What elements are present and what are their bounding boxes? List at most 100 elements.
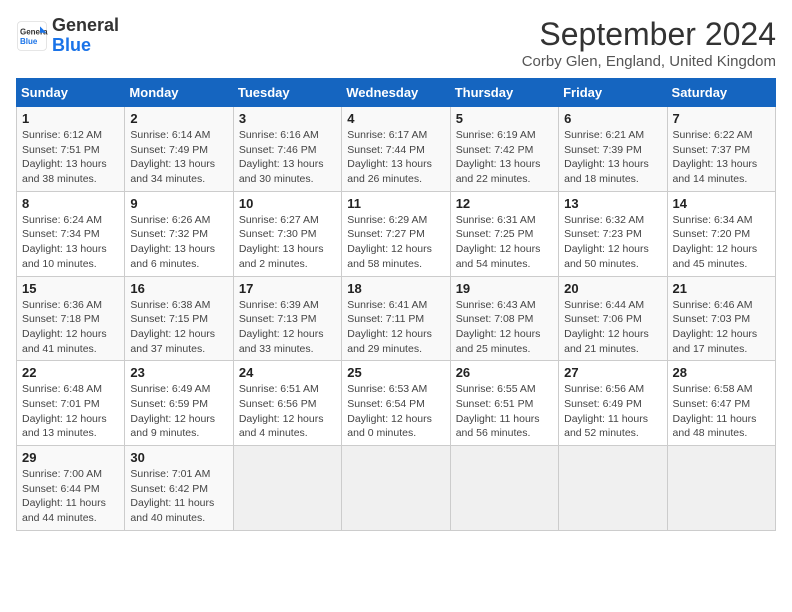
calendar-cell: 24 Sunrise: 6:51 AM Sunset: 6:56 PM Dayli… — [233, 361, 341, 446]
day-info: Sunrise: 6:51 AM Sunset: 6:56 PM Dayligh… — [239, 382, 336, 441]
day-info: Sunrise: 6:46 AM Sunset: 7:03 PM Dayligh… — [673, 298, 770, 357]
calendar-cell: 27 Sunrise: 6:56 AM Sunset: 6:49 PM Dayli… — [559, 361, 667, 446]
day-number: 18 — [347, 281, 444, 296]
day-number: 23 — [130, 365, 227, 380]
calendar-cell: 4 Sunrise: 6:17 AM Sunset: 7:44 PM Daylig… — [342, 107, 450, 192]
day-info: Sunrise: 6:44 AM Sunset: 7:06 PM Dayligh… — [564, 298, 661, 357]
calendar-cell: 29Sunrise: 7:00 AM Sunset: 6:44 PM Dayli… — [17, 446, 125, 531]
day-number: 21 — [673, 281, 770, 296]
day-number: 12 — [456, 196, 553, 211]
day-number: 16 — [130, 281, 227, 296]
day-info: Sunrise: 6:21 AM Sunset: 7:39 PM Dayligh… — [564, 128, 661, 187]
calendar-cell: 22Sunrise: 6:48 AM Sunset: 7:01 PM Dayli… — [17, 361, 125, 446]
calendar-cell: 7 Sunrise: 6:22 AM Sunset: 7:37 PM Daylig… — [667, 107, 775, 192]
calendar-cell — [233, 446, 341, 531]
day-info: Sunrise: 6:41 AM Sunset: 7:11 PM Dayligh… — [347, 298, 444, 357]
day-info: Sunrise: 6:19 AM Sunset: 7:42 PM Dayligh… — [456, 128, 553, 187]
calendar-cell: 23 Sunrise: 6:49 AM Sunset: 6:59 PM Dayli… — [125, 361, 233, 446]
day-info: Sunrise: 6:56 AM Sunset: 6:49 PM Dayligh… — [564, 382, 661, 441]
calendar-cell: 2 Sunrise: 6:14 AM Sunset: 7:49 PM Daylig… — [125, 107, 233, 192]
day-info: Sunrise: 6:29 AM Sunset: 7:27 PM Dayligh… — [347, 213, 444, 272]
calendar-week-row: 8Sunrise: 6:24 AM Sunset: 7:34 PM Daylig… — [17, 191, 776, 276]
weekday-header-sunday: Sunday — [17, 79, 125, 107]
calendar-cell — [342, 446, 450, 531]
day-info: Sunrise: 6:36 AM Sunset: 7:18 PM Dayligh… — [22, 298, 119, 357]
day-info: Sunrise: 6:49 AM Sunset: 6:59 PM Dayligh… — [130, 382, 227, 441]
calendar-cell: 17 Sunrise: 6:39 AM Sunset: 7:13 PM Dayli… — [233, 276, 341, 361]
calendar-cell: 20 Sunrise: 6:44 AM Sunset: 7:06 PM Dayli… — [559, 276, 667, 361]
calendar-cell: 25Sunrise: 6:53 AM Sunset: 6:54 PM Dayli… — [342, 361, 450, 446]
calendar-week-row: 22Sunrise: 6:48 AM Sunset: 7:01 PM Dayli… — [17, 361, 776, 446]
day-number: 24 — [239, 365, 336, 380]
day-number: 28 — [673, 365, 770, 380]
day-number: 30 — [130, 450, 227, 465]
weekday-header-wednesday: Wednesday — [342, 79, 450, 107]
day-info: Sunrise: 6:43 AM Sunset: 7:08 PM Dayligh… — [456, 298, 553, 357]
day-number: 10 — [239, 196, 336, 211]
calendar-week-row: 15 Sunrise: 6:36 AM Sunset: 7:18 PM Dayli… — [17, 276, 776, 361]
weekday-header-friday: Friday — [559, 79, 667, 107]
day-info: Sunrise: 6:55 AM Sunset: 6:51 PM Dayligh… — [456, 382, 553, 441]
day-info: Sunrise: 6:12 AM Sunset: 7:51 PM Dayligh… — [22, 128, 119, 187]
day-info: Sunrise: 6:38 AM Sunset: 7:15 PM Dayligh… — [130, 298, 227, 357]
day-info: Sunrise: 6:22 AM Sunset: 7:37 PM Dayligh… — [673, 128, 770, 187]
day-info: Sunrise: 6:53 AM Sunset: 6:54 PM Dayligh… — [347, 382, 444, 441]
calendar-cell: 6 Sunrise: 6:21 AM Sunset: 7:39 PM Daylig… — [559, 107, 667, 192]
day-number: 2 — [130, 111, 227, 126]
day-info: Sunrise: 6:14 AM Sunset: 7:49 PM Dayligh… — [130, 128, 227, 187]
day-info: Sunrise: 6:31 AM Sunset: 7:25 PM Dayligh… — [456, 213, 553, 272]
day-number: 13 — [564, 196, 661, 211]
logo: General Blue General Blue — [16, 16, 119, 56]
page-header: General Blue General Blue September 2024… — [16, 16, 776, 70]
svg-text:Blue: Blue — [20, 37, 38, 46]
calendar-cell: 13 Sunrise: 6:32 AM Sunset: 7:23 PM Dayli… — [559, 191, 667, 276]
calendar-cell: 26 Sunrise: 6:55 AM Sunset: 6:51 PM Dayli… — [450, 361, 558, 446]
location: Corby Glen, England, United Kingdom — [522, 53, 776, 70]
month-title: September 2024 — [522, 16, 776, 53]
day-number: 27 — [564, 365, 661, 380]
day-number: 6 — [564, 111, 661, 126]
day-info: Sunrise: 6:58 AM Sunset: 6:47 PM Dayligh… — [673, 382, 770, 441]
day-number: 4 — [347, 111, 444, 126]
calendar-cell: 18 Sunrise: 6:41 AM Sunset: 7:11 PM Dayli… — [342, 276, 450, 361]
calendar-cell: 5 Sunrise: 6:19 AM Sunset: 7:42 PM Daylig… — [450, 107, 558, 192]
weekday-header-row: SundayMondayTuesdayWednesdayThursdayFrid… — [17, 79, 776, 107]
day-number: 20 — [564, 281, 661, 296]
day-info: Sunrise: 6:17 AM Sunset: 7:44 PM Dayligh… — [347, 128, 444, 187]
calendar-cell: 11Sunrise: 6:29 AM Sunset: 7:27 PM Dayli… — [342, 191, 450, 276]
day-number: 9 — [130, 196, 227, 211]
calendar-cell: 9 Sunrise: 6:26 AM Sunset: 7:32 PM Daylig… — [125, 191, 233, 276]
calendar-week-row: 1 Sunrise: 6:12 AM Sunset: 7:51 PM Daylig… — [17, 107, 776, 192]
calendar-cell — [667, 446, 775, 531]
day-number: 26 — [456, 365, 553, 380]
calendar-cell — [559, 446, 667, 531]
weekday-header-tuesday: Tuesday — [233, 79, 341, 107]
logo-icon: General Blue — [16, 20, 48, 52]
calendar-table: SundayMondayTuesdayWednesdayThursdayFrid… — [16, 78, 776, 531]
day-info: Sunrise: 7:01 AM Sunset: 6:42 PM Dayligh… — [130, 467, 227, 526]
day-info: Sunrise: 6:26 AM Sunset: 7:32 PM Dayligh… — [130, 213, 227, 272]
calendar-cell: 30 Sunrise: 7:01 AM Sunset: 6:42 PM Dayli… — [125, 446, 233, 531]
day-info: Sunrise: 6:32 AM Sunset: 7:23 PM Dayligh… — [564, 213, 661, 272]
day-number: 5 — [456, 111, 553, 126]
calendar-cell: 8Sunrise: 6:24 AM Sunset: 7:34 PM Daylig… — [17, 191, 125, 276]
calendar-cell: 28 Sunrise: 6:58 AM Sunset: 6:47 PM Dayli… — [667, 361, 775, 446]
calendar-cell: 16 Sunrise: 6:38 AM Sunset: 7:15 PM Dayli… — [125, 276, 233, 361]
day-number: 17 — [239, 281, 336, 296]
day-info: Sunrise: 6:16 AM Sunset: 7:46 PM Dayligh… — [239, 128, 336, 187]
calendar-week-row: 29Sunrise: 7:00 AM Sunset: 6:44 PM Dayli… — [17, 446, 776, 531]
day-number: 7 — [673, 111, 770, 126]
day-number: 1 — [22, 111, 119, 126]
calendar-cell: 19Sunrise: 6:43 AM Sunset: 7:08 PM Dayli… — [450, 276, 558, 361]
calendar-cell: 3 Sunrise: 6:16 AM Sunset: 7:46 PM Daylig… — [233, 107, 341, 192]
calendar-cell: 21 Sunrise: 6:46 AM Sunset: 7:03 PM Dayli… — [667, 276, 775, 361]
day-info: Sunrise: 6:39 AM Sunset: 7:13 PM Dayligh… — [239, 298, 336, 357]
day-number: 3 — [239, 111, 336, 126]
day-number: 15 — [22, 281, 119, 296]
calendar-cell: 1 Sunrise: 6:12 AM Sunset: 7:51 PM Daylig… — [17, 107, 125, 192]
day-info: Sunrise: 6:34 AM Sunset: 7:20 PM Dayligh… — [673, 213, 770, 272]
day-number: 8 — [22, 196, 119, 211]
calendar-cell: 15 Sunrise: 6:36 AM Sunset: 7:18 PM Dayli… — [17, 276, 125, 361]
day-info: Sunrise: 6:48 AM Sunset: 7:01 PM Dayligh… — [22, 382, 119, 441]
day-number: 14 — [673, 196, 770, 211]
